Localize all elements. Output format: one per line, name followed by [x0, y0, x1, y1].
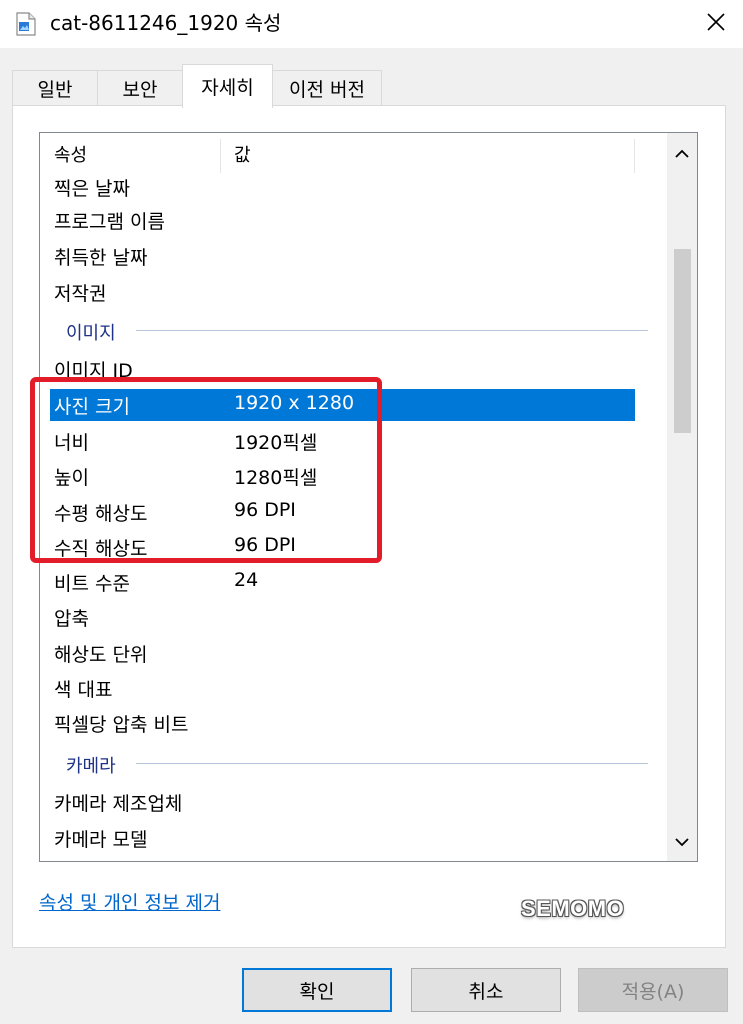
property-name: 사진 크기: [54, 396, 130, 418]
tab-previous-versions[interactable]: 이전 버전: [272, 70, 382, 106]
list-item[interactable]: 저작권: [40, 274, 666, 308]
image-file-icon: [16, 12, 36, 36]
column-divider[interactable]: [634, 139, 635, 173]
tab-security[interactable]: 보안: [97, 70, 183, 106]
property-value: 24: [234, 569, 259, 591]
property-name: 취득한 날짜: [54, 247, 148, 269]
list-item-selected[interactable]: 사진 크기 1920 x 1280: [40, 387, 666, 421]
tab-details[interactable]: 자세히: [182, 64, 273, 108]
list-item[interactable]: 높이 1280픽셀: [40, 458, 666, 492]
close-button[interactable]: [690, 4, 742, 44]
list-item[interactable]: 너비 1920픽셀: [40, 423, 666, 457]
scroll-down-button[interactable]: [667, 821, 697, 861]
button-label: 적용(A): [621, 980, 685, 1003]
property-name: 찍은 날짜: [54, 178, 130, 200]
list-item[interactable]: 프로그램 이름: [40, 202, 666, 236]
tab-label: 보안: [122, 79, 158, 101]
list-item[interactable]: 이미지 ID: [40, 351, 666, 385]
button-label: 취소: [468, 980, 504, 1003]
property-name: 카메라 제조업체: [54, 793, 183, 815]
properties-listview[interactable]: 속성 값 찍은 날짜 프로그램 이름 취득한 날짜 저작권 이미지 이미지 ID…: [39, 132, 698, 862]
property-name: 저작권: [54, 283, 107, 305]
group-label: 이미지: [66, 323, 116, 344]
list-item[interactable]: 카메라 제조업체: [40, 784, 666, 818]
property-name: 수직 해상도: [54, 538, 148, 560]
group-label: 카메라: [66, 756, 116, 777]
group-header-camera: 카메라: [40, 746, 666, 780]
list-item[interactable]: 압축: [40, 599, 666, 633]
property-name: 수평 해상도: [54, 503, 148, 525]
cancel-button[interactable]: 취소: [411, 968, 561, 1012]
property-name: 카메라 모델: [54, 829, 148, 851]
window-title: cat-8611246_1920 속성: [50, 11, 282, 35]
property-value: 1920픽셀: [234, 432, 318, 454]
scroll-thumb[interactable]: [674, 249, 691, 433]
list-header: 속성 값: [40, 133, 666, 173]
tab-label: 이전 버전: [289, 79, 365, 101]
tab-label: 자세히: [201, 77, 254, 99]
property-name: 높이: [54, 467, 89, 489]
property-value: 1280픽셀: [234, 467, 318, 489]
close-icon: [707, 13, 725, 35]
title-bar: cat-8611246_1920 속성: [0, 0, 743, 48]
property-value: 96 DPI: [234, 499, 296, 521]
column-header-value[interactable]: 값: [234, 141, 251, 167]
property-name: 이미지 ID: [54, 360, 133, 382]
watermark: SEMOMO: [521, 896, 625, 921]
ok-button[interactable]: 확인: [242, 968, 392, 1012]
property-value: 1920 x 1280: [234, 392, 355, 414]
tab-general[interactable]: 일반: [12, 70, 98, 106]
scroll-up-button[interactable]: [667, 133, 697, 173]
list-item[interactable]: 픽셀당 압축 비트: [40, 705, 666, 739]
tab-label: 일반: [37, 79, 73, 101]
remove-properties-link[interactable]: 속성 및 개인 정보 제거: [39, 888, 220, 915]
column-divider[interactable]: [220, 139, 221, 173]
property-name: 압축: [54, 608, 89, 630]
list-item[interactable]: 수평 해상도 96 DPI: [40, 494, 666, 528]
list-item[interactable]: 색 대표: [40, 670, 666, 704]
button-label: 확인: [299, 980, 335, 1003]
chevron-down-icon: [675, 832, 689, 851]
property-value: 96 DPI: [234, 534, 296, 556]
group-divider: [136, 330, 648, 331]
list-item[interactable]: 해상도 단위: [40, 635, 666, 669]
group-header-image: 이미지: [40, 313, 666, 347]
column-header-property[interactable]: 속성: [54, 141, 87, 167]
property-name: 프로그램 이름: [54, 211, 165, 233]
property-name: 색 대표: [54, 679, 113, 701]
group-divider: [136, 763, 648, 764]
property-name: 너비: [54, 432, 89, 454]
list-item[interactable]: 수직 해상도 96 DPI: [40, 529, 666, 563]
list-item[interactable]: 비트 수준 24: [40, 564, 666, 598]
property-name: 해상도 단위: [54, 644, 148, 666]
list-item[interactable]: 취득한 날짜: [40, 238, 666, 272]
vertical-scrollbar[interactable]: [667, 133, 697, 861]
property-name: 비트 수준: [54, 573, 130, 595]
list-item[interactable]: 찍은 날짜: [40, 169, 666, 203]
apply-button[interactable]: 적용(A): [578, 968, 728, 1012]
list-item[interactable]: 카메라 모델: [40, 820, 666, 854]
chevron-up-icon: [675, 144, 689, 163]
property-name: 픽셀당 압축 비트: [54, 714, 189, 736]
